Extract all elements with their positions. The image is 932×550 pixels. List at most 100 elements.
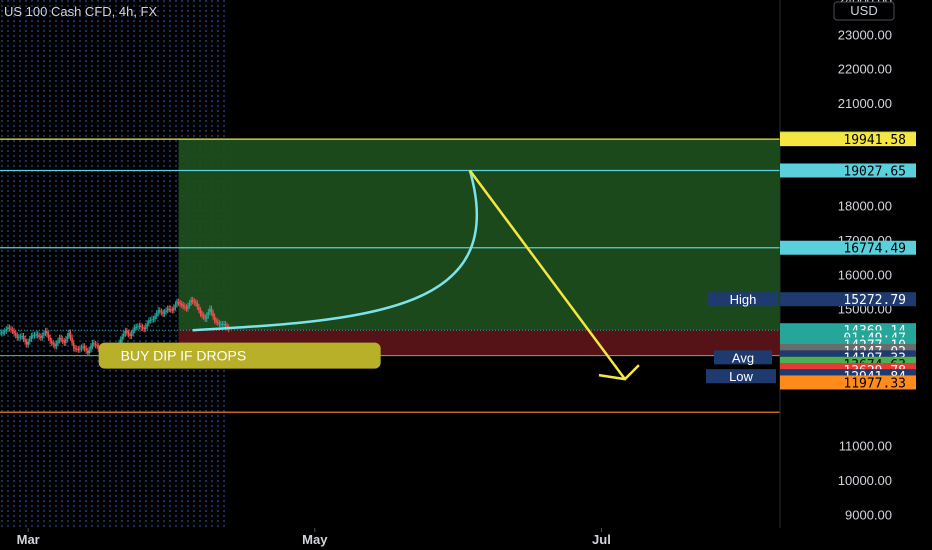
candle-body <box>212 312 214 317</box>
price-tag-label: 15272.79 <box>843 293 906 308</box>
time-tick-label: May <box>302 532 328 547</box>
candle-body <box>196 303 199 307</box>
candle-body <box>198 306 200 311</box>
candle-body <box>144 326 147 330</box>
candle-body <box>163 312 166 314</box>
candle-body <box>10 328 12 330</box>
candle-body <box>52 342 55 345</box>
price-tag-label: 19027.65 <box>843 164 906 179</box>
price-tick-label: 21000.00 <box>838 96 892 111</box>
candle-body <box>44 330 47 334</box>
candle-body <box>187 305 189 309</box>
candle-body <box>22 336 25 339</box>
candle-body <box>119 339 122 343</box>
candle-body <box>72 342 75 348</box>
candle-body <box>38 335 40 337</box>
candle-body <box>184 306 186 308</box>
candle-body <box>91 342 94 347</box>
candle-body <box>2 332 4 334</box>
candle-body <box>39 336 42 338</box>
candle-body <box>149 320 152 321</box>
candle-body <box>66 336 69 340</box>
candle-body <box>180 304 183 306</box>
price-tick-label: 10000.00 <box>838 473 892 488</box>
candle-body <box>61 339 64 342</box>
candle-body <box>177 301 180 303</box>
candle-body <box>162 312 164 314</box>
candle-body <box>11 329 14 331</box>
candle-body <box>86 350 89 354</box>
candle-body <box>199 310 202 314</box>
candle-body <box>133 327 136 331</box>
green target zone <box>178 139 781 331</box>
candle-body <box>201 313 203 316</box>
candle-body <box>0 332 1 334</box>
stat-label-high: High <box>730 292 757 307</box>
candle-body <box>19 336 22 338</box>
candle-body <box>216 321 219 323</box>
candle-body <box>205 315 208 319</box>
candle-body <box>176 301 178 305</box>
candle-body <box>75 348 78 350</box>
price-chart[interactable]: BUY DIP IF DROPS 24000.0023000.0022000.0… <box>0 0 932 550</box>
candle-body <box>24 338 26 342</box>
candle-body <box>7 327 9 330</box>
candle-body <box>83 346 86 349</box>
candle-body <box>122 333 125 337</box>
stat-label-avg: Avg <box>732 350 754 365</box>
candle-body <box>28 338 31 342</box>
candle-body <box>27 341 29 345</box>
candle-body <box>124 330 127 334</box>
candle-body <box>148 320 150 324</box>
candle-body <box>5 329 8 331</box>
candle-body <box>155 313 158 316</box>
candle-body <box>74 348 76 349</box>
time-tick-label: Jul <box>592 532 611 547</box>
stat-label-low: Low <box>729 369 753 384</box>
candle-body <box>130 333 133 336</box>
candle-body <box>54 344 56 347</box>
candle-body <box>36 334 39 336</box>
candle-body <box>185 307 188 309</box>
candle-body <box>85 348 87 351</box>
candle-body <box>68 332 70 336</box>
candle-body <box>154 316 156 319</box>
candle-body <box>224 324 227 326</box>
price-tick-label: 23000.00 <box>838 27 892 42</box>
candle-body <box>174 304 177 308</box>
candle-body <box>169 309 172 311</box>
price-tick-label: 11000.00 <box>839 439 892 454</box>
candle-body <box>140 325 142 327</box>
candle-body <box>96 345 98 347</box>
candle-body <box>43 333 45 336</box>
candle-body <box>55 343 58 347</box>
candle-body <box>213 316 216 321</box>
candle-body <box>90 346 92 350</box>
candle-body <box>8 327 11 329</box>
candle-body <box>165 310 167 312</box>
candle-body <box>195 302 197 304</box>
candle-body <box>14 333 17 336</box>
candle-body <box>126 330 128 333</box>
candle-body <box>166 308 169 311</box>
candle-body <box>132 330 134 334</box>
candle-body <box>190 300 192 303</box>
time-axis-panel[interactable] <box>0 528 932 550</box>
price-tick-label: 9000.00 <box>845 507 892 522</box>
candle-body <box>168 308 170 310</box>
candle-body <box>33 334 36 336</box>
price-tick-label: 18000.00 <box>838 199 892 214</box>
candle-body <box>204 317 207 319</box>
candle-body <box>151 319 153 321</box>
candle-body <box>221 324 224 325</box>
candle-body <box>25 341 28 345</box>
time-tick-label: Mar <box>17 532 40 547</box>
candle-body <box>146 323 149 327</box>
candle-body <box>3 330 6 333</box>
currency-label: USD <box>850 3 877 18</box>
candle-body <box>82 346 84 348</box>
candle-body <box>63 341 66 343</box>
candle-body <box>121 336 123 340</box>
price-tick-label: 16000.00 <box>838 267 892 282</box>
candle-body <box>135 326 138 328</box>
